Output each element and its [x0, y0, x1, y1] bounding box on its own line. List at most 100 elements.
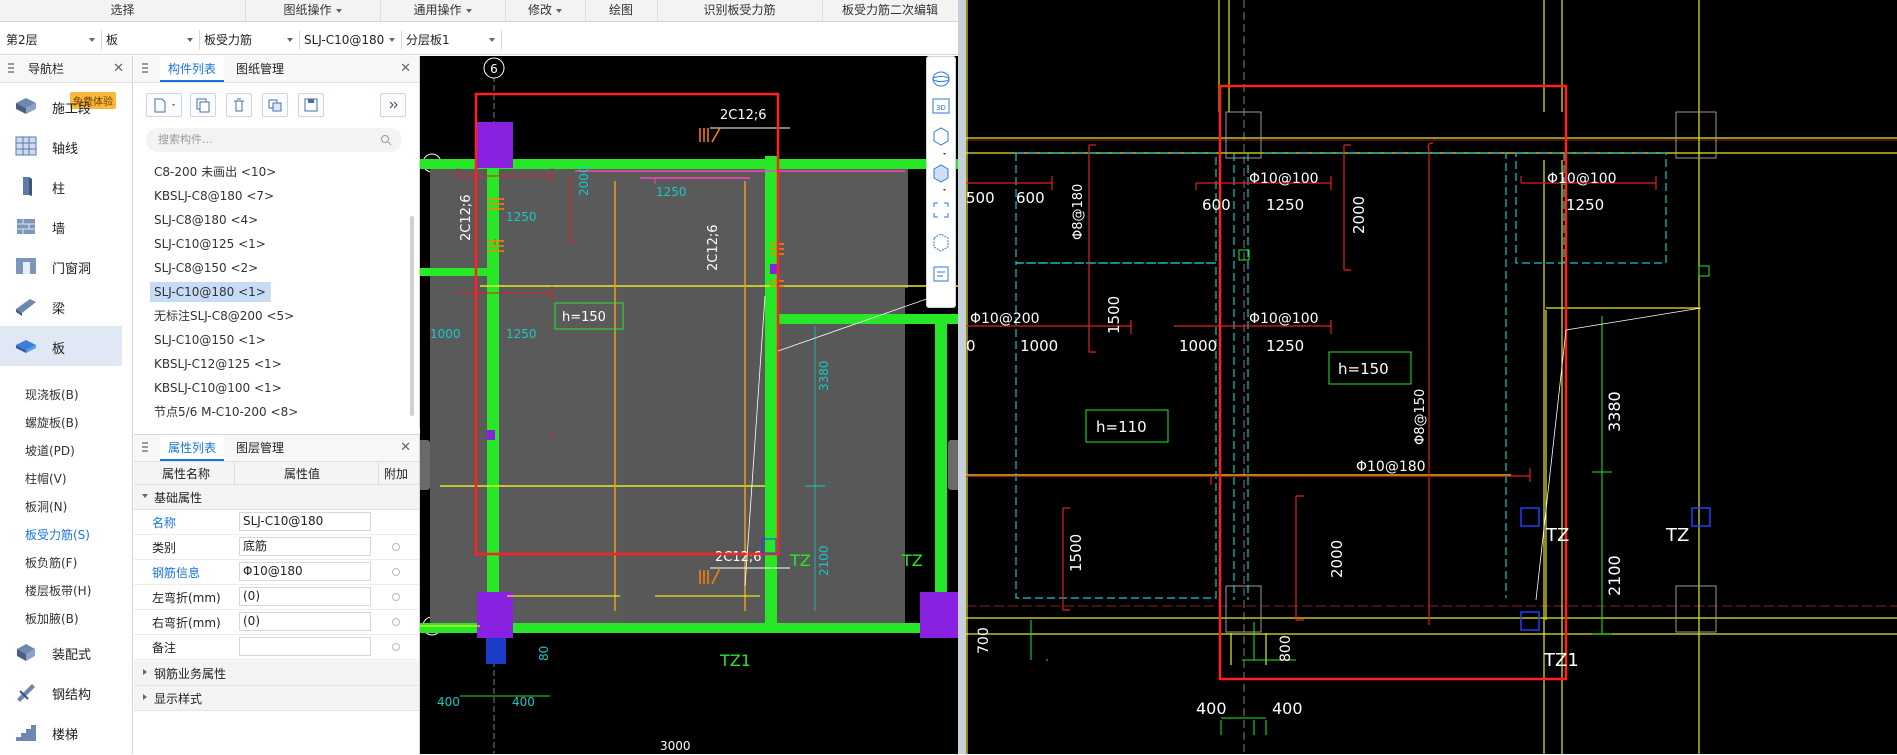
- beam[interactable]: [765, 156, 777, 626]
- new-component-button[interactable]: [146, 93, 182, 117]
- ribbon-tab-select[interactable]: 选择: [0, 0, 246, 21]
- section-rebar-business[interactable]: 钢筋业务属性: [134, 661, 419, 686]
- copy-button[interactable]: [190, 93, 216, 117]
- nav-item-steel-structure[interactable]: 钢结构: [0, 672, 122, 712]
- column-header: 属性名称: [162, 467, 211, 481]
- ribbon-tab-drawing-ops[interactable]: 图纸操作: [245, 0, 381, 21]
- section-basic-properties[interactable]: 基础属性: [134, 485, 419, 510]
- sphere-view-icon[interactable]: [932, 71, 950, 87]
- component-search-input[interactable]: 搜索构件...: [146, 128, 402, 152]
- column[interactable]: [920, 592, 958, 638]
- nav-sub-slab-negative-rebar[interactable]: 板负筋(F): [25, 554, 77, 571]
- list-item[interactable]: 节点5/6 M-C10-200 <8>: [150, 402, 302, 422]
- attach-checkbox[interactable]: [392, 643, 400, 651]
- ribbon-tab-identify-rebar[interactable]: 识别板受力筋: [657, 0, 823, 21]
- attach-checkbox[interactable]: [392, 543, 400, 551]
- nav-item-column[interactable]: 柱: [0, 166, 122, 206]
- close-icon[interactable]: ✕: [113, 56, 124, 82]
- chevron-down-icon: [335, 8, 342, 13]
- section-display-style[interactable]: 显示样式: [134, 686, 419, 711]
- property-value-input[interactable]: 底筋: [239, 537, 371, 556]
- tab-component-list[interactable]: 构件列表: [160, 56, 225, 82]
- property-value-input[interactable]: [239, 637, 371, 656]
- nav-sub-cast-slab[interactable]: 现浇板(B): [25, 386, 79, 403]
- nav-sub-slab-haunch[interactable]: 板加腋(B): [25, 610, 79, 627]
- nav-item-beam[interactable]: 梁: [0, 286, 122, 326]
- ribbon-tab-rebar-secondary-edit[interactable]: 板受力筋二次编辑: [822, 0, 958, 21]
- nav-item-prefab[interactable]: 装配式: [0, 632, 122, 672]
- column[interactable]: [477, 122, 513, 168]
- window-splitter[interactable]: [958, 0, 966, 754]
- nav-sub-slab-main-rebar[interactable]: 板受力筋(S): [25, 526, 90, 543]
- list-item[interactable]: KBSLJ-C12@125 <1>: [150, 354, 286, 374]
- nav-sub-ramp[interactable]: 坡道(PD): [25, 442, 75, 459]
- list-item[interactable]: KBSLJ-C8@180 <7>: [150, 186, 278, 206]
- list-item[interactable]: SLJ-C8@180 <4>: [150, 210, 262, 230]
- attach-checkbox[interactable]: [392, 593, 400, 601]
- beam[interactable]: [935, 324, 947, 624]
- nav-item-door-window[interactable]: 门窗洞: [0, 246, 122, 286]
- more-button[interactable]: [380, 93, 406, 117]
- 3d-view-icon[interactable]: 3D: [932, 98, 950, 114]
- property-value-input[interactable]: (0): [239, 612, 371, 631]
- nav-sub-floor-slab-strip[interactable]: 楼层板带(H): [25, 582, 91, 599]
- drag-handle-icon[interactable]: [142, 63, 148, 75]
- nav-sub-slab-hole[interactable]: 板洞(N): [25, 498, 67, 515]
- property-value-input[interactable]: Φ10@180: [239, 562, 371, 581]
- nav-item-label: 梁: [52, 302, 66, 317]
- beam[interactable]: [777, 314, 958, 324]
- nav-sub-spiral-slab[interactable]: 螺旋板(B): [25, 414, 79, 431]
- tab-property-list[interactable]: 属性列表: [160, 435, 225, 461]
- ribbon-tab-common-ops[interactable]: 通用操作: [380, 0, 506, 21]
- close-icon[interactable]: ✕: [400, 56, 411, 82]
- solid-cube-icon[interactable]: [933, 164, 949, 191]
- nav-item-construction-segment[interactable]: 施工段: [0, 86, 122, 126]
- attach-checkbox[interactable]: [392, 618, 400, 626]
- settings-panel-icon[interactable]: [933, 266, 949, 282]
- nav-item-wall[interactable]: 墙: [0, 206, 122, 246]
- list-item-selected[interactable]: SLJ-C10@180 <1>: [150, 282, 271, 302]
- list-item[interactable]: SLJ-C8@150 <2>: [150, 258, 262, 278]
- cad-model-canvas[interactable]: 6 B A A 1250 1250 1250 1000 2000: [420, 56, 958, 754]
- cad-drawing-canvas[interactable]: Φ10@100 Φ10@100 Φ10@100 Φ10@200 Φ10@180 …: [966, 0, 1897, 754]
- chevron-down-icon: [287, 38, 293, 42]
- subtype-select[interactable]: 板受力筋: [200, 30, 300, 50]
- attach-checkbox[interactable]: [392, 568, 400, 576]
- list-scrollbar[interactable]: [410, 216, 414, 416]
- property-value-input[interactable]: SLJ-C10@180: [239, 512, 371, 531]
- cube-view-icon[interactable]: [933, 127, 949, 155]
- delete-button[interactable]: [226, 93, 252, 117]
- list-item[interactable]: SLJ-C10@125 <1>: [150, 234, 270, 254]
- beam[interactable]: [487, 156, 499, 626]
- ribbon-tab-modify[interactable]: 修改: [505, 0, 586, 21]
- layer-select[interactable]: 分层板1: [402, 30, 502, 50]
- drag-handle-icon[interactable]: [8, 63, 14, 75]
- tab-layer-management[interactable]: 图层管理: [228, 435, 292, 461]
- duplicate-button[interactable]: [262, 93, 288, 117]
- isometric-view-icon[interactable]: [933, 233, 949, 252]
- column[interactable]: [486, 638, 506, 664]
- nav-item-slab[interactable]: 板: [0, 326, 122, 366]
- list-item[interactable]: C8-200 未画出 <10>: [150, 162, 280, 182]
- close-icon[interactable]: ✕: [400, 435, 411, 461]
- floor-select[interactable]: 第2层: [2, 30, 102, 50]
- trash-icon: [234, 98, 244, 112]
- property-value-input[interactable]: (0): [239, 587, 371, 606]
- nav-sub-column-cap[interactable]: 柱帽(V): [25, 470, 67, 487]
- component-select[interactable]: SLJ-C10@180: [300, 30, 402, 50]
- ribbon-tab-draw[interactable]: 绘图: [585, 0, 658, 21]
- component-type-select[interactable]: 板: [102, 30, 200, 50]
- fullscreen-icon[interactable]: [933, 202, 949, 218]
- list-item[interactable]: SLJ-C10@150 <1>: [150, 330, 270, 350]
- drag-handle-icon[interactable]: [142, 442, 148, 454]
- left-collapse-handle[interactable]: [420, 440, 430, 490]
- nav-item-axis[interactable]: 轴线: [0, 126, 122, 166]
- list-item[interactable]: KBSLJ-C10@100 <1>: [150, 378, 286, 398]
- nav-item-stair[interactable]: 楼梯: [0, 712, 122, 752]
- list-item[interactable]: 无标注SLJ-C8@200 <5>: [150, 306, 298, 326]
- chevron-right-icon: [143, 669, 147, 675]
- right-collapse-handle[interactable]: [948, 440, 958, 490]
- column[interactable]: [477, 592, 513, 638]
- tab-drawing-management[interactable]: 图纸管理: [228, 56, 292, 82]
- save-template-button[interactable]: [298, 93, 324, 117]
